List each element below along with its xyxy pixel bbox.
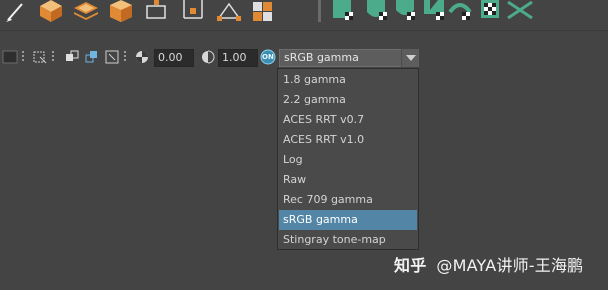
- gamma-field[interactable]: 1.00: [218, 49, 258, 67]
- paint-brush-icon[interactable]: [4, 0, 30, 24]
- toolbar-handle[interactable]: [124, 50, 127, 64]
- color-management-badge: ON: [262, 53, 274, 61]
- uv-checker-icon[interactable]: [478, 0, 504, 24]
- xray-joints-icon[interactable]: [64, 49, 80, 65]
- menu-item-stingray-tone-map[interactable]: Stingray tone-map: [279, 230, 417, 250]
- menu-item-aces-rrt-v0-7[interactable]: ACES RRT v0.7: [279, 110, 417, 130]
- shelf-divider: [318, 0, 321, 22]
- extract-faces-icon[interactable]: [144, 0, 170, 24]
- menu-item-log[interactable]: Log: [279, 150, 417, 170]
- polygon-box-icon[interactable]: [108, 0, 134, 24]
- exposure-field[interactable]: 0.00: [154, 49, 194, 67]
- isolate-select-icon[interactable]: [84, 49, 100, 65]
- shelf: [0, 0, 608, 30]
- watermark: 知乎 @MAYA讲师-王海鹏: [394, 252, 583, 276]
- polygon-plane-icon[interactable]: [72, 0, 98, 24]
- merge-vertices-icon[interactable]: [216, 0, 242, 24]
- menu-item-1-8-gamma[interactable]: 1.8 gamma: [279, 70, 417, 90]
- uv-sphere-icon[interactable]: [394, 0, 420, 24]
- shelf-border: [0, 30, 608, 31]
- exposure-icon[interactable]: [134, 49, 150, 65]
- gamma-icon[interactable]: [200, 49, 216, 65]
- resolution-gate-icon[interactable]: [32, 49, 48, 65]
- split-mesh-icon[interactable]: [250, 0, 276, 24]
- bridge-faces-icon[interactable]: [180, 0, 206, 24]
- uv-relax-icon[interactable]: [448, 0, 474, 24]
- menu-item-raw[interactable]: Raw: [279, 170, 417, 190]
- uv-face-icon[interactable]: [330, 0, 356, 24]
- frame-selection-icon[interactable]: [104, 49, 120, 65]
- uv-cut-icon[interactable]: [506, 0, 533, 24]
- menu-item-srgb-gamma[interactable]: sRGB gamma: [279, 210, 417, 230]
- polygon-cube-icon[interactable]: [38, 0, 64, 24]
- watermark-text: @MAYA讲师-王海鹏: [436, 256, 584, 275]
- menu-item-2-2-gamma[interactable]: 2.2 gamma: [279, 90, 417, 110]
- image-plane-icon[interactable]: [2, 49, 18, 65]
- uv-unfold-icon[interactable]: [422, 0, 448, 24]
- uv-cylinder-icon[interactable]: [364, 0, 390, 24]
- view-transform-menu: 1.8 gamma 2.2 gamma ACES RRT v0.7 ACES R…: [277, 68, 419, 250]
- toolbar-handle[interactable]: [22, 50, 25, 64]
- toolbar-handle[interactable]: [52, 50, 55, 64]
- view-transform-select[interactable]: sRGB gamma: [279, 49, 419, 67]
- watermark-logo: 知乎: [394, 256, 427, 275]
- menu-item-aces-rrt-v1-0[interactable]: ACES RRT v1.0: [279, 130, 417, 150]
- color-management-toggle[interactable]: ON: [260, 49, 276, 65]
- dropdown-arrow-icon[interactable]: [401, 49, 419, 67]
- menu-item-rec-709-gamma[interactable]: Rec 709 gamma: [279, 190, 417, 210]
